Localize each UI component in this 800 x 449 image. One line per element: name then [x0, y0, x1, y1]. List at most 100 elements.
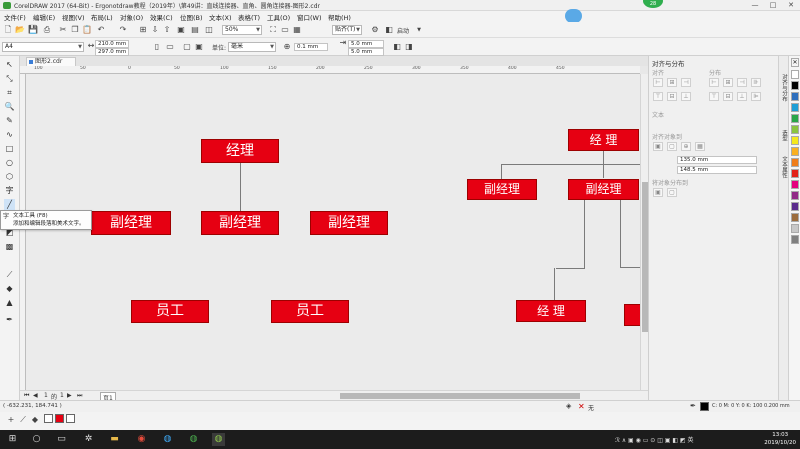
org-box-deputy[interactable]: 副经理	[91, 211, 171, 235]
outline-pen-icon[interactable]: ✒	[4, 314, 15, 325]
page-height-field[interactable]: 297.0 mm	[95, 48, 129, 56]
distribute-spacing-icon[interactable]: ⊪	[751, 78, 761, 87]
launch-icon[interactable]: ◧	[384, 25, 394, 35]
freehand-tool-icon[interactable]: ✎	[4, 115, 15, 126]
page-width-field[interactable]: 210.0 mm	[95, 40, 129, 48]
add-icon[interactable]: +	[6, 415, 16, 425]
app-launcher-icon[interactable]: ▤	[190, 25, 200, 35]
search-content-icon[interactable]: ⊞	[138, 25, 148, 35]
side-tab-align[interactable]: 对齐与分布	[780, 74, 788, 102]
smart-fill-icon[interactable]: ▲	[4, 297, 15, 308]
connector-line[interactable]	[240, 162, 241, 212]
new-document-icon[interactable]: 🗋	[3, 25, 13, 35]
options-gear-icon[interactable]: ⚙	[370, 25, 380, 35]
align-top-icon[interactable]: ⊤	[653, 92, 663, 101]
draw-preview-icon[interactable]: ◨	[404, 42, 414, 52]
app-pinwheel-icon[interactable]: ✲	[82, 433, 95, 446]
align-center-icon[interactable]: ⊞	[667, 78, 677, 87]
page-center-icon[interactable]: ⊕	[681, 142, 691, 151]
org-box-staff[interactable]: 员工	[271, 300, 349, 323]
outline-color-swatch[interactable]	[700, 402, 709, 411]
zoom-level-select[interactable]: 50% ▼	[222, 25, 262, 35]
menu-text[interactable]: 文本(X)	[209, 12, 232, 22]
connector-line[interactable]	[501, 164, 640, 165]
eyedropper-icon[interactable]: ⟋	[18, 415, 28, 425]
first-page-icon[interactable]: ⏮	[24, 392, 29, 400]
open-icon[interactable]: 📂	[15, 25, 25, 35]
windows-start-icon[interactable]: ⊞	[6, 433, 19, 446]
app-icon[interactable]: ◍	[161, 433, 174, 446]
rounded-connector-line[interactable]	[620, 267, 640, 268]
eyedropper-icon[interactable]: ⟋	[4, 269, 15, 280]
auto-label[interactable]: 启动	[397, 26, 409, 35]
fill-indicator-icon[interactable]: ◈	[566, 402, 571, 410]
distribute-bottom-icon[interactable]: ⊥	[737, 92, 747, 101]
elbow-connector-line[interactable]	[584, 200, 585, 268]
org-box-manager[interactable]: 经理	[201, 139, 279, 163]
document-palette-red[interactable]	[55, 414, 64, 423]
palette-swatch[interactable]	[791, 213, 799, 222]
portrait-icon[interactable]: ▯	[152, 42, 162, 52]
search-icon[interactable]: ○	[30, 433, 43, 446]
org-box-deputy[interactable]: 副经理	[568, 179, 639, 200]
distribute-left-icon[interactable]: ⊢	[709, 78, 719, 87]
save-icon[interactable]: 💾	[28, 25, 38, 35]
undo-icon[interactable]: ↶	[96, 25, 106, 35]
horizontal-scrollbar[interactable]: ⏮ ◀ 1 的 1 ▶ ⏭ 页1	[20, 390, 648, 403]
palette-swatch[interactable]	[791, 202, 799, 211]
side-tab-text-properties[interactable]: 文本属性	[780, 156, 788, 178]
text-tool-icon[interactable]: 字	[4, 185, 15, 196]
palette-swatch[interactable]	[791, 158, 799, 167]
org-box-partial[interactable]	[624, 304, 640, 326]
align-right-icon[interactable]: ⊣	[681, 78, 691, 87]
palette-swatch[interactable]	[791, 191, 799, 200]
chrome-icon[interactable]: ◉	[135, 433, 148, 446]
palette-swatch[interactable]	[791, 169, 799, 178]
close-button[interactable]: ✕	[782, 0, 800, 11]
last-page-icon[interactable]: ⏭	[77, 392, 82, 400]
page-edge-icon[interactable]: ▢	[667, 142, 677, 151]
duplicate-y-field[interactable]: 5.0 mm	[348, 48, 384, 56]
side-tab-shaping[interactable]: 造型	[780, 130, 788, 141]
elbow-connector-line[interactable]	[554, 268, 555, 300]
all-pages-icon[interactable]: ▢	[182, 42, 192, 52]
pick-tool-icon[interactable]: ↖	[4, 59, 15, 70]
menu-edit[interactable]: 编辑(E)	[33, 12, 55, 22]
position-x-field[interactable]: 135.0 mm	[677, 156, 757, 164]
palette-swatch[interactable]	[791, 136, 799, 145]
align-middle-icon[interactable]: ⊟	[667, 92, 677, 101]
palette-swatch[interactable]	[791, 81, 799, 90]
redo-icon[interactable]: ↷	[118, 25, 128, 35]
palette-swatch[interactable]	[791, 103, 799, 112]
org-box-manager[interactable]: 经 理	[568, 129, 639, 151]
current-page-icon[interactable]: ▣	[194, 42, 204, 52]
palette-swatch[interactable]	[791, 224, 799, 233]
palette-swatch[interactable]	[791, 180, 799, 189]
palette-swatch[interactable]	[791, 235, 799, 244]
palette-swatch[interactable]	[791, 70, 799, 79]
file-explorer-icon[interactable]: ▬	[108, 433, 121, 446]
menu-table[interactable]: 表格(T)	[238, 12, 260, 22]
snap-to-select[interactable]: 贴齐(T) ▼	[332, 25, 362, 35]
system-clock[interactable]: 13:03 2019/10/20	[764, 431, 796, 447]
maximize-button[interactable]: □	[764, 0, 782, 11]
rounded-connector-line[interactable]	[620, 200, 621, 268]
minimize-button[interactable]: —	[746, 0, 764, 11]
horizontal-scroll-thumb[interactable]	[340, 393, 580, 399]
horizontal-ruler[interactable]: 100 50 0 50 100 150 200 250 300 350 400 …	[20, 66, 640, 74]
org-box-deputy[interactable]: 副经理	[201, 211, 279, 235]
tab-document[interactable]: 图形2.cdr	[26, 57, 76, 66]
paste-icon[interactable]: 📋	[82, 25, 92, 35]
align-bottom-icon[interactable]: ⊥	[681, 92, 691, 101]
org-box-deputy[interactable]: 副经理	[310, 211, 388, 235]
menu-window[interactable]: 窗口(W)	[297, 12, 322, 22]
menu-layout[interactable]: 布局(L)	[91, 12, 113, 22]
chevron-down-icon[interactable]: ▼	[414, 25, 424, 35]
coreldraw-taskbar-icon[interactable]: ◍	[212, 433, 225, 446]
menu-view[interactable]: 视图(V)	[62, 12, 85, 22]
distribute-top-icon[interactable]: ⊤	[709, 92, 719, 101]
palette-swatch[interactable]	[791, 114, 799, 123]
connector-line[interactable]	[501, 164, 502, 179]
org-box-staff[interactable]: 员工	[131, 300, 209, 323]
menu-file[interactable]: 文件(F)	[4, 12, 26, 22]
